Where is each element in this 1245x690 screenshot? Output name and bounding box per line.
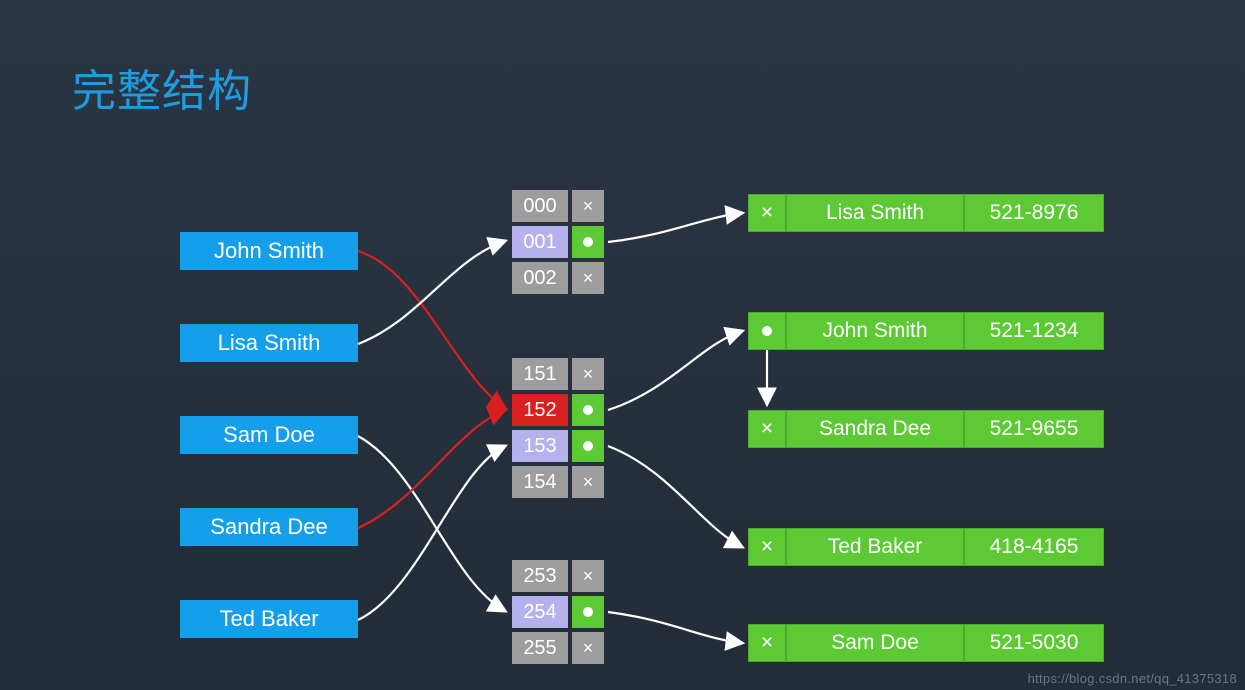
entry-name: Lisa Smith: [786, 194, 964, 232]
key-item: Ted Baker: [180, 600, 358, 638]
null-pointer-icon: ×: [748, 528, 786, 566]
pointer-dot-icon: [583, 607, 593, 617]
null-pointer-icon: ×: [748, 624, 786, 662]
bucket-row: 001: [512, 226, 604, 258]
key-item: Sandra Dee: [180, 508, 358, 546]
bucket-group: 253×254255×: [512, 560, 604, 664]
empty-icon: ×: [572, 358, 604, 390]
null-pointer-icon: ×: [748, 194, 786, 232]
bucket-index: 255: [512, 632, 568, 664]
empty-icon: ×: [572, 560, 604, 592]
filled-icon: [572, 226, 604, 258]
filled-icon: [572, 596, 604, 628]
entry-name: Sandra Dee: [786, 410, 964, 448]
null-pointer-icon: ×: [748, 410, 786, 448]
key-item: Sam Doe: [180, 416, 358, 454]
bucket-index: 254: [512, 596, 568, 628]
bucket-index: 152: [512, 394, 568, 426]
bucket-index: 151: [512, 358, 568, 390]
entry-phone: 418-4165: [964, 528, 1104, 566]
next-pointer-icon: [748, 312, 786, 350]
entry-row: ×Sam Doe521-5030: [748, 624, 1104, 662]
watermark-text: https://blog.csdn.net/qq_41375318: [1028, 671, 1237, 686]
bucket-row: 002×: [512, 262, 604, 294]
bucket-row: 154×: [512, 466, 604, 498]
bucket-row: 151×: [512, 358, 604, 390]
slide-title: 完整结构: [72, 55, 252, 119]
entry-row: John Smith521-1234: [748, 312, 1104, 350]
entry-phone: 521-8976: [964, 194, 1104, 232]
empty-icon: ×: [572, 262, 604, 294]
pointer-dot-icon: [583, 405, 593, 415]
bucket-index: 154: [512, 466, 568, 498]
bucket-row: 254: [512, 596, 604, 628]
bucket-group: 000×001002×: [512, 190, 604, 294]
empty-icon: ×: [572, 466, 604, 498]
bucket-group: 151×152153154×: [512, 358, 604, 498]
bucket-row: 255×: [512, 632, 604, 664]
keys-column: John Smith Lisa Smith Sam Doe Sandra Dee…: [180, 232, 358, 638]
entry-name: Sam Doe: [786, 624, 964, 662]
entry-row: ×Lisa Smith521-8976: [748, 194, 1104, 232]
bucket-row: 253×: [512, 560, 604, 592]
bucket-row: 152: [512, 394, 604, 426]
pointer-dot-icon: [583, 237, 593, 247]
entry-phone: 521-1234: [964, 312, 1104, 350]
bucket-row: 153: [512, 430, 604, 462]
key-item: John Smith: [180, 232, 358, 270]
filled-icon: [572, 430, 604, 462]
key-item: Lisa Smith: [180, 324, 358, 362]
bucket-index: 002: [512, 262, 568, 294]
empty-icon: ×: [572, 190, 604, 222]
pointer-dot-icon: [762, 326, 772, 336]
empty-icon: ×: [572, 632, 604, 664]
bucket-row: 000×: [512, 190, 604, 222]
bucket-index: 001: [512, 226, 568, 258]
bucket-index: 000: [512, 190, 568, 222]
bucket-index: 253: [512, 560, 568, 592]
entry-row: ×Ted Baker418-4165: [748, 528, 1104, 566]
pointer-dot-icon: [583, 441, 593, 451]
entry-name: Ted Baker: [786, 528, 964, 566]
bucket-index: 153: [512, 430, 568, 462]
entry-phone: 521-5030: [964, 624, 1104, 662]
filled-icon: [572, 394, 604, 426]
entry-row: ×Sandra Dee521-9655: [748, 410, 1104, 448]
entry-phone: 521-9655: [964, 410, 1104, 448]
entry-name: John Smith: [786, 312, 964, 350]
